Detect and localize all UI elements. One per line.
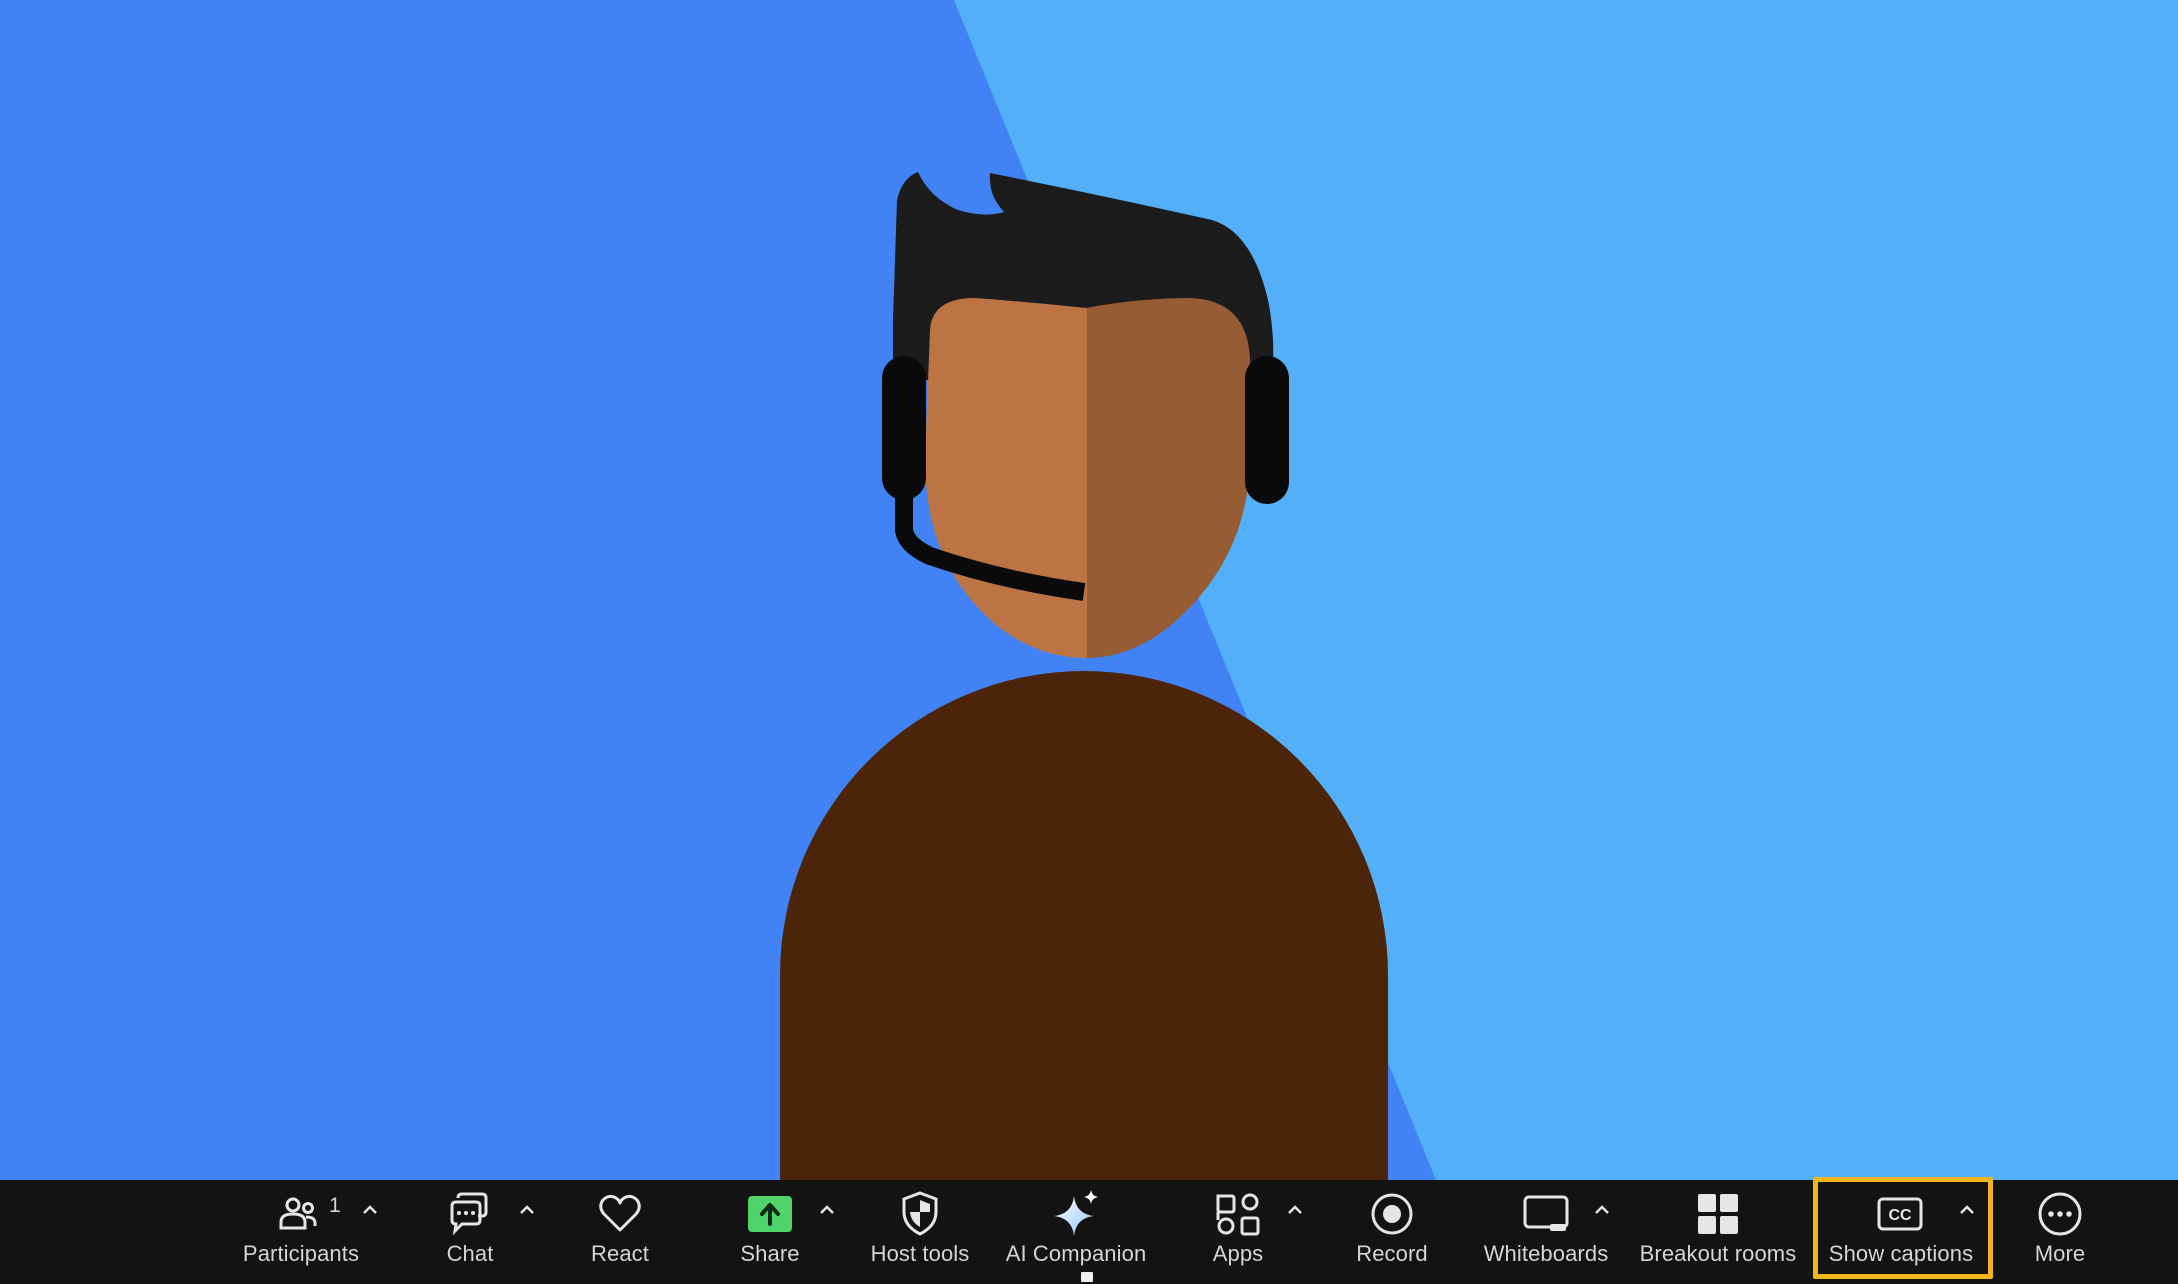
breakout-rooms-label: Breakout rooms <box>1639 1241 1797 1266</box>
ai-companion-button[interactable]: AI Companion <box>1000 1180 1152 1284</box>
participants-count: 1 <box>329 1194 341 1217</box>
whiteboards-caret-icon[interactable] <box>1590 1198 1614 1222</box>
chat-icon <box>444 1188 496 1240</box>
chat-label: Chat <box>446 1241 494 1266</box>
more-label: More <box>2034 1241 2086 1266</box>
breakout-rooms-button[interactable]: Breakout rooms <box>1630 1180 1806 1284</box>
share-button[interactable]: Share <box>730 1180 810 1284</box>
grid-icon <box>1692 1188 1744 1240</box>
ai-companion-label: AI Companion <box>1005 1241 1147 1266</box>
react-label: React <box>591 1241 649 1266</box>
video-tile <box>0 0 2178 1180</box>
share-caret-icon[interactable] <box>815 1198 839 1222</box>
show-captions-highlight-box <box>1813 1177 1993 1279</box>
whiteboards-button[interactable]: Whiteboards <box>1480 1180 1612 1284</box>
participants-icon <box>272 1188 324 1240</box>
apps-caret-icon[interactable] <box>1283 1198 1307 1222</box>
participants-label: Participants <box>242 1241 360 1266</box>
avatar-video-feed <box>0 0 2178 1180</box>
host-tools-button[interactable]: Host tools <box>862 1180 978 1284</box>
apps-label: Apps <box>1212 1241 1264 1266</box>
record-label: Record <box>1356 1241 1428 1266</box>
record-icon <box>1366 1188 1418 1240</box>
heart-icon <box>594 1188 646 1240</box>
apps-button[interactable]: Apps <box>1198 1180 1278 1284</box>
headset-left-earpad <box>882 356 926 500</box>
participants-button[interactable]: Participants <box>236 1180 366 1284</box>
ellipsis-icon <box>2034 1188 2086 1240</box>
whiteboards-label: Whiteboards <box>1483 1241 1609 1266</box>
sparkle-icon <box>1050 1188 1102 1240</box>
toolbar-position-indicator <box>1081 1272 1093 1282</box>
share-arrow-icon <box>744 1188 796 1240</box>
chat-button[interactable]: Chat <box>430 1180 510 1284</box>
record-button[interactable]: Record <box>1352 1180 1432 1284</box>
share-label: Share <box>740 1241 800 1266</box>
more-button[interactable]: More <box>2020 1180 2100 1284</box>
apps-icon <box>1212 1188 1264 1240</box>
host-tools-label: Host tools <box>870 1241 970 1266</box>
react-button[interactable]: React <box>580 1180 660 1284</box>
headset-right-earpad <box>1245 356 1289 504</box>
chat-caret-icon[interactable] <box>515 1198 539 1222</box>
shield-icon <box>894 1188 946 1240</box>
participants-caret-icon[interactable] <box>358 1198 382 1222</box>
whiteboard-icon <box>1520 1188 1572 1240</box>
